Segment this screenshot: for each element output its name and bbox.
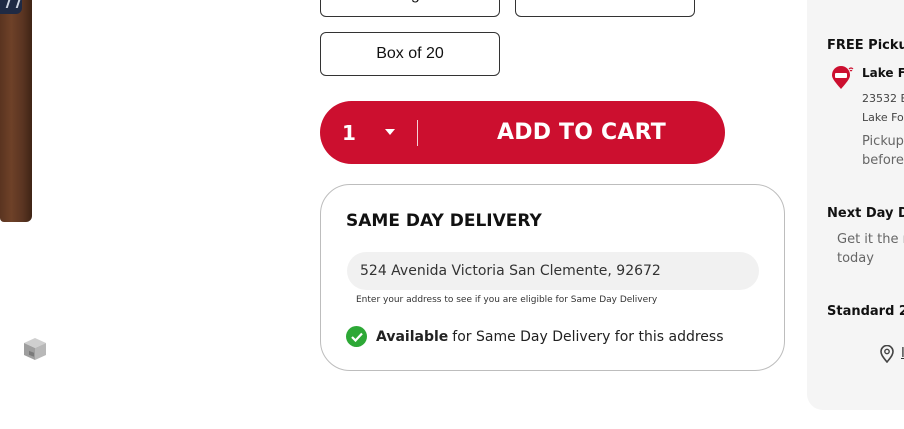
- next-day-note-line1: Get it the n: [837, 232, 904, 247]
- store-pin-icon: [832, 66, 854, 89]
- pickup-note-line2: before: [862, 153, 904, 168]
- pickup-note-line1: Pickup: [862, 134, 904, 149]
- option-single[interactable]: Single: [320, 0, 500, 17]
- option-5-pack[interactable]: 5-Pack: [515, 0, 695, 17]
- fulfillment-panel: FREE Pickup Lake Fo 23532 E Lake Fo Pick…: [807, 0, 904, 410]
- store-name[interactable]: Lake Fo: [862, 66, 904, 80]
- availability-label: Available: [376, 328, 449, 345]
- standard-heading: Standard 2: [827, 304, 904, 319]
- map-pin-icon: [880, 345, 894, 363]
- add-to-cart-button[interactable]: ADD TO CART: [438, 101, 725, 164]
- chevron-down-icon[interactable]: [385, 129, 395, 135]
- quantity-value: 1: [342, 120, 356, 145]
- store-address-line2: Lake Fo: [862, 111, 904, 124]
- quantity-select[interactable]: 1: [342, 101, 356, 164]
- cigar-band: [0, 0, 22, 14]
- product-thumbnail-box[interactable]: [21, 334, 49, 362]
- next-day-note-line2: today: [837, 251, 874, 266]
- availability-status: Available for Same Day Delivery for this…: [346, 326, 724, 347]
- option-box-of-20[interactable]: Box of 20: [320, 32, 500, 76]
- product-image-cigar: [0, 0, 32, 222]
- cart-divider: [417, 120, 418, 146]
- address-helper-text: Enter your address to see if you are eli…: [356, 295, 658, 305]
- availability-detail: for Same Day Delivery for this address: [452, 328, 724, 345]
- address-input[interactable]: [347, 252, 759, 290]
- store-address-line1: 23532 E: [862, 92, 904, 105]
- next-day-heading: Next Day D: [827, 206, 904, 221]
- same-day-delivery-card: SAME DAY DELIVERY Enter your address to …: [320, 184, 785, 371]
- check-circle-icon: [346, 326, 367, 347]
- same-day-title: SAME DAY DELIVERY: [346, 211, 542, 231]
- pickup-heading: FREE Pickup: [827, 38, 904, 53]
- add-to-cart-bar: 1 ADD TO CART: [320, 101, 725, 164]
